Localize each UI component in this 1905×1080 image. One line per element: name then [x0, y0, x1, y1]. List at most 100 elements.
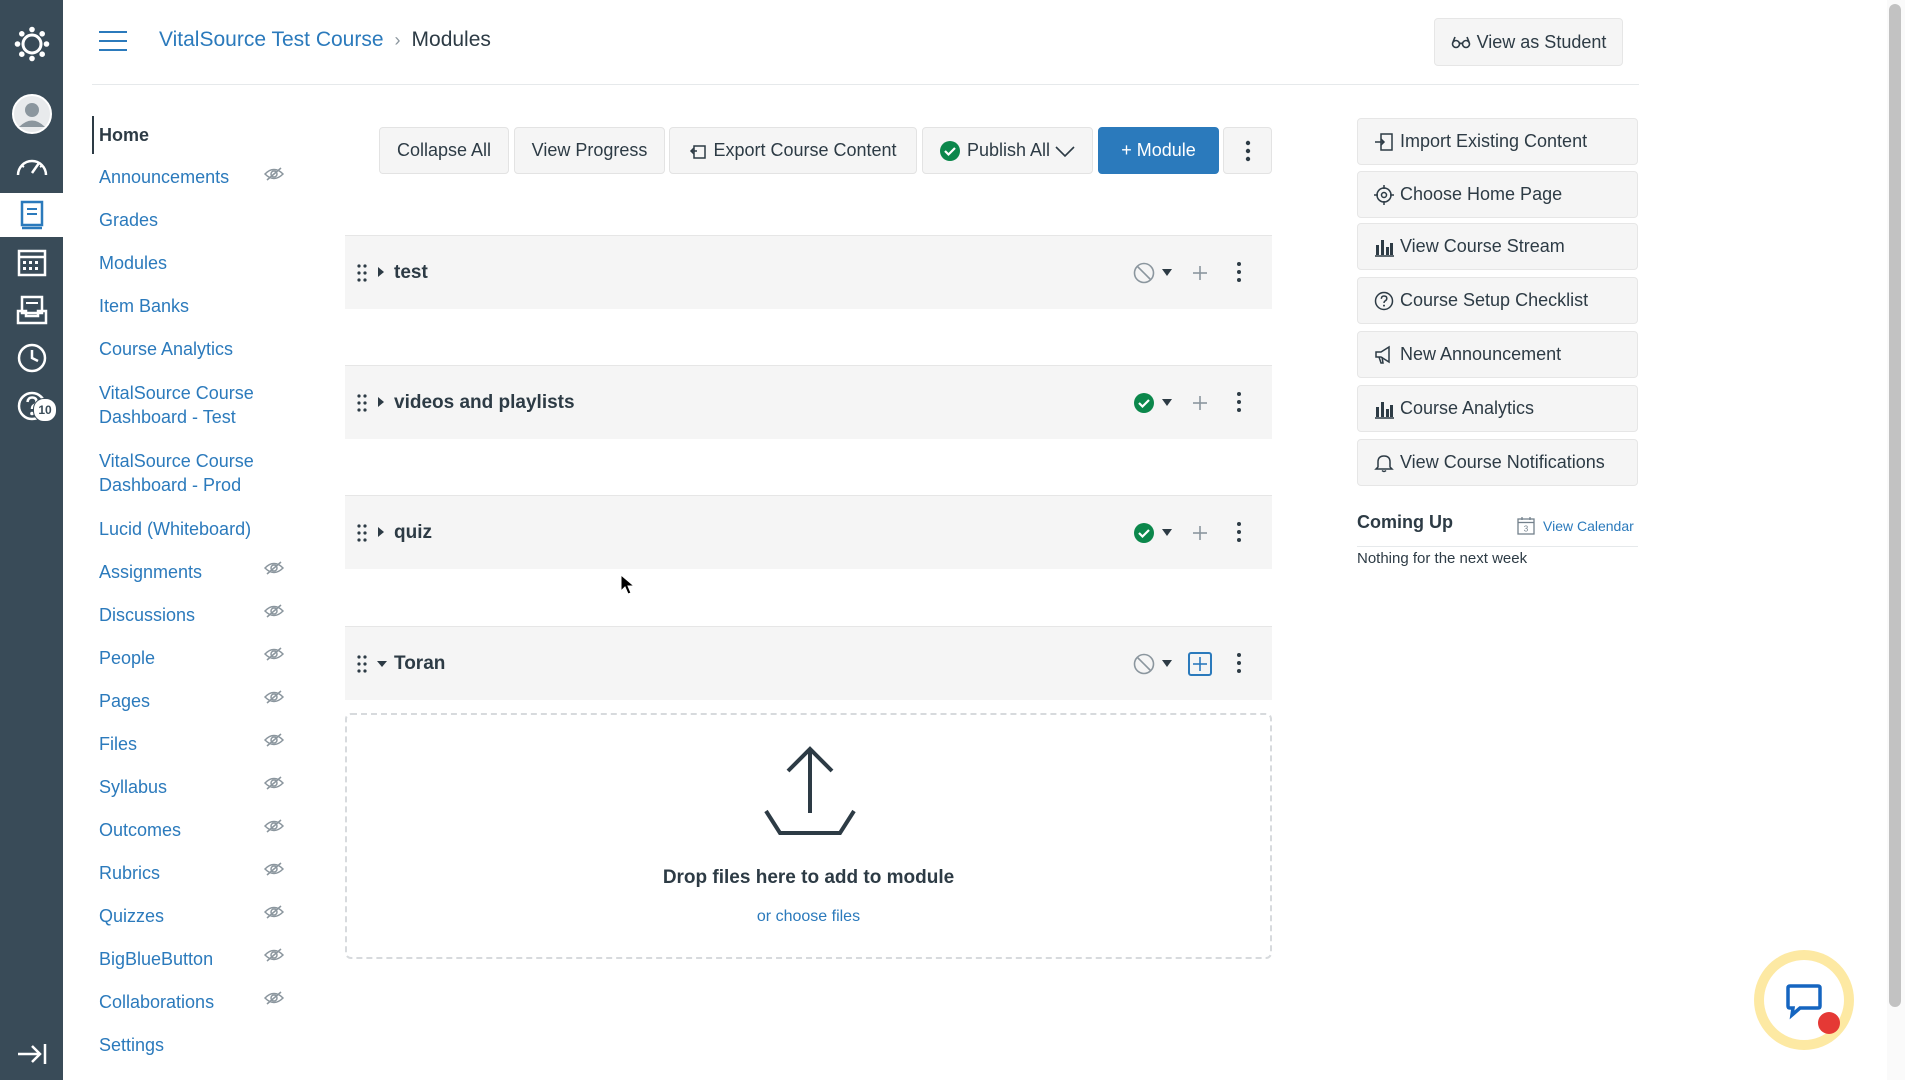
new-announcement-label: New Announcement	[1400, 344, 1562, 364]
unpublished-icon[interactable]	[1133, 653, 1155, 675]
course-nav-rubrics[interactable]: Rubrics	[99, 861, 269, 885]
view-as-student-label: View as Student	[1476, 31, 1607, 52]
course-nav-lucid[interactable]: Lucid (Whiteboard)	[99, 517, 269, 541]
help-nav[interactable]: 10	[0, 384, 63, 428]
bar-chart-icon	[1375, 401, 1394, 419]
inbox-icon	[16, 295, 47, 325]
scrollbar-thumb[interactable]	[1889, 4, 1901, 1007]
course-nav-outcomes[interactable]: Outcomes	[99, 818, 269, 842]
choose-home-page-button[interactable]: Choose Home Page	[1357, 171, 1638, 218]
import-existing-content-button[interactable]: Import Existing Content	[1357, 118, 1638, 165]
caret-down-icon[interactable]	[1162, 269, 1172, 276]
course-nav-settings[interactable]: Settings	[99, 1033, 269, 1057]
drag-handle-icon[interactable]	[357, 393, 367, 413]
course-nav-people[interactable]: People	[99, 646, 269, 670]
caret-right-icon[interactable]	[377, 397, 385, 407]
published-check-icon[interactable]	[1133, 522, 1155, 544]
course-nav-discussions[interactable]: Discussions	[99, 603, 269, 627]
kebab-icon[interactable]	[1236, 652, 1242, 674]
chat-widget-inner	[1764, 960, 1844, 1040]
kebab-icon[interactable]	[1236, 261, 1242, 283]
course-nav-home[interactable]: Home	[99, 123, 269, 147]
add-item-button[interactable]	[1188, 652, 1212, 676]
speedometer-icon	[16, 159, 47, 176]
module-title[interactable]: videos and playlists	[394, 392, 575, 414]
module-title[interactable]: Toran	[394, 653, 445, 675]
hidden-eye-icon	[264, 690, 284, 704]
unpublished-icon[interactable]	[1133, 262, 1155, 284]
collapse-nav-button[interactable]	[0, 1032, 63, 1076]
choose-files-link[interactable]: or choose files	[347, 908, 1270, 926]
view-course-notifications-button[interactable]: View Course Notifications	[1357, 439, 1638, 486]
caret-down-icon[interactable]	[1162, 529, 1172, 536]
hidden-eye-icon	[264, 991, 284, 1005]
published-check-icon[interactable]	[1133, 392, 1155, 414]
caret-down-icon[interactable]	[1162, 399, 1172, 406]
caret-right-icon[interactable]	[377, 527, 385, 537]
book-icon	[20, 200, 43, 230]
drag-handle-icon[interactable]	[357, 263, 367, 283]
course-nav-vitalsource-test[interactable]: VitalSource Course Dashboard - Test	[99, 381, 269, 429]
collapse-all-button[interactable]: Collapse All	[379, 127, 509, 174]
glasses-icon	[1451, 36, 1470, 49]
course-nav-collaborations[interactable]: Collaborations	[99, 990, 269, 1014]
publish-all-label: Publish All	[966, 140, 1051, 160]
module-title[interactable]: quiz	[394, 522, 432, 544]
view-progress-button[interactable]: View Progress	[514, 127, 665, 174]
view-course-stream-button[interactable]: View Course Stream	[1357, 223, 1638, 270]
course-nav-bigbluebutton[interactable]: BigBlueButton	[99, 947, 269, 971]
megaphone-icon	[1375, 345, 1390, 364]
kebab-icon[interactable]	[1236, 521, 1242, 543]
course-menu-toggle[interactable]	[99, 31, 127, 53]
inbox-nav[interactable]	[0, 288, 63, 332]
course-nav-item-banks[interactable]: Item Banks	[99, 294, 269, 318]
course-nav-pages[interactable]: Pages	[99, 689, 269, 713]
export-course-content-button[interactable]: Export Course Content	[669, 127, 917, 174]
hidden-eye-icon	[264, 776, 284, 790]
course-nav-grades[interactable]: Grades	[99, 208, 269, 232]
module-row: Toran	[345, 626, 1272, 700]
course-nav-files[interactable]: Files	[99, 732, 269, 756]
course-nav-assignments[interactable]: Assignments	[99, 560, 269, 584]
file-dropzone[interactable]: Drop files here to add to module or choo…	[345, 713, 1272, 959]
course-nav-syllabus[interactable]: Syllabus	[99, 775, 269, 799]
coming-up-empty-text: Nothing for the next week	[1357, 550, 1528, 567]
view-calendar-link[interactable]: 3 View Calendar	[1517, 516, 1634, 535]
course-setup-checklist-button[interactable]: Course Setup Checklist	[1357, 277, 1638, 324]
add-item-button[interactable]	[1188, 521, 1212, 545]
more-options-button[interactable]	[1223, 127, 1272, 174]
add-module-button[interactable]: + Module	[1098, 127, 1219, 174]
drag-handle-icon[interactable]	[357, 523, 367, 543]
history-nav[interactable]	[0, 336, 63, 380]
course-nav-vitalsource-prod[interactable]: VitalSource Course Dashboard - Prod	[99, 449, 269, 497]
dashboard-nav[interactable]	[0, 144, 63, 188]
breadcrumb-course-link[interactable]: VitalSource Test Course	[159, 28, 384, 52]
account-nav[interactable]	[0, 92, 63, 136]
caret-down-icon[interactable]	[1162, 660, 1172, 667]
course-nav-announcements[interactable]: Announcements	[99, 165, 269, 189]
course-setup-checklist-label: Course Setup Checklist	[1400, 290, 1589, 310]
canvas-logo[interactable]	[0, 22, 63, 66]
view-as-student-button[interactable]: View as Student	[1434, 18, 1623, 66]
course-analytics-button[interactable]: Course Analytics	[1357, 385, 1638, 432]
module-title[interactable]: test	[394, 262, 428, 284]
caret-down-icon[interactable]	[377, 660, 387, 668]
course-nav-quizzes[interactable]: Quizzes	[99, 904, 269, 928]
add-item-button[interactable]	[1188, 391, 1212, 415]
upload-icon	[764, 746, 856, 835]
course-nav-modules[interactable]: Modules	[99, 251, 269, 275]
course-analytics-label: Course Analytics	[1400, 398, 1535, 418]
publish-all-button[interactable]: Publish All	[922, 127, 1093, 174]
view-course-notifications-label: View Course Notifications	[1400, 452, 1605, 472]
add-item-button[interactable]	[1188, 261, 1212, 285]
new-announcement-button[interactable]: New Announcement	[1357, 331, 1638, 378]
caret-right-icon[interactable]	[377, 267, 385, 277]
courses-nav[interactable]	[0, 193, 63, 237]
canvas-logo-icon	[14, 26, 49, 62]
calendar-nav[interactable]	[0, 240, 63, 284]
drag-handle-icon[interactable]	[357, 654, 367, 674]
chat-widget-button[interactable]	[1754, 950, 1854, 1050]
coming-up-divider	[1357, 546, 1638, 547]
kebab-icon[interactable]	[1236, 391, 1242, 413]
course-nav-course-analytics[interactable]: Course Analytics	[99, 337, 269, 361]
